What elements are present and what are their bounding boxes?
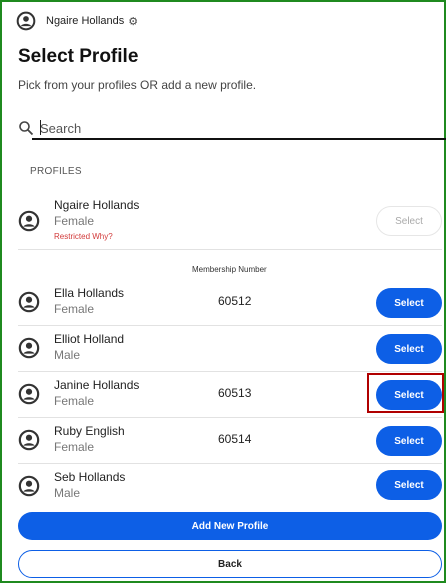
profile-gender: Female (54, 302, 95, 316)
person-circle-icon (18, 475, 40, 497)
highlight-box (367, 373, 444, 413)
current-user[interactable]: Ngaire Hollands ⚙ (16, 10, 138, 32)
page-title: Select Profile (18, 46, 139, 67)
profile-gender: Female (54, 440, 95, 454)
profile-gender: Male (54, 348, 81, 362)
add-new-profile-button[interactable]: Add New Profile (18, 512, 442, 540)
profile-row: Seb Hollands Male Select (18, 464, 442, 506)
profile-name: Ngaire Hollands (54, 198, 140, 212)
person-circle-icon (18, 337, 40, 359)
gear-icon[interactable]: ⚙ (128, 15, 138, 28)
profiles-section-label: PROFILES (30, 166, 82, 177)
app-frame: Ngaire Hollands ⚙ Select Profile Pick fr… (0, 0, 446, 583)
profile-name: Seb Hollands (54, 470, 126, 484)
person-circle-icon (18, 210, 40, 232)
person-circle-icon (16, 11, 36, 31)
person-circle-icon (18, 383, 40, 405)
search-icon (19, 121, 34, 136)
person-circle-icon (18, 291, 40, 313)
search-bar (18, 116, 446, 142)
back-button[interactable]: Back (18, 550, 442, 578)
profile-gender: Female (54, 394, 95, 408)
person-circle-icon (18, 429, 40, 451)
select-button[interactable]: Select (376, 426, 442, 456)
text-cursor (40, 120, 41, 135)
current-user-name: Ngaire Hollands (46, 15, 125, 27)
membership-number-header: Membership Number (192, 265, 267, 274)
profile-gender: Male (54, 486, 81, 500)
page-subtitle: Pick from your profiles OR add a new pro… (18, 78, 257, 92)
profile-name: Ella Hollands (54, 286, 125, 300)
search-underline (32, 138, 446, 140)
select-button-disabled: Select (376, 206, 442, 236)
membership-number: 60514 (218, 432, 252, 446)
membership-number: 60512 (218, 294, 252, 308)
profile-name: Ruby English (54, 424, 125, 438)
profile-row: Ella Hollands Female 60512 Select (18, 280, 442, 326)
profile-row: Ruby English Female 60514 Select (18, 418, 442, 464)
restricted-link[interactable]: Restricted Why? (54, 232, 113, 241)
profile-name: Janine Hollands (54, 378, 140, 392)
select-button[interactable]: Select (376, 470, 442, 500)
search-input[interactable] (40, 116, 438, 140)
profile-row-primary: Ngaire Hollands Female Restricted Why? S… (18, 190, 442, 250)
membership-number: 60513 (218, 386, 252, 400)
profile-name: Elliot Holland (54, 332, 125, 346)
select-button[interactable]: Select (376, 334, 442, 364)
profile-gender: Female (54, 214, 95, 228)
select-button[interactable]: Select (376, 288, 442, 318)
profile-row: Elliot Holland Male Select (18, 326, 442, 372)
